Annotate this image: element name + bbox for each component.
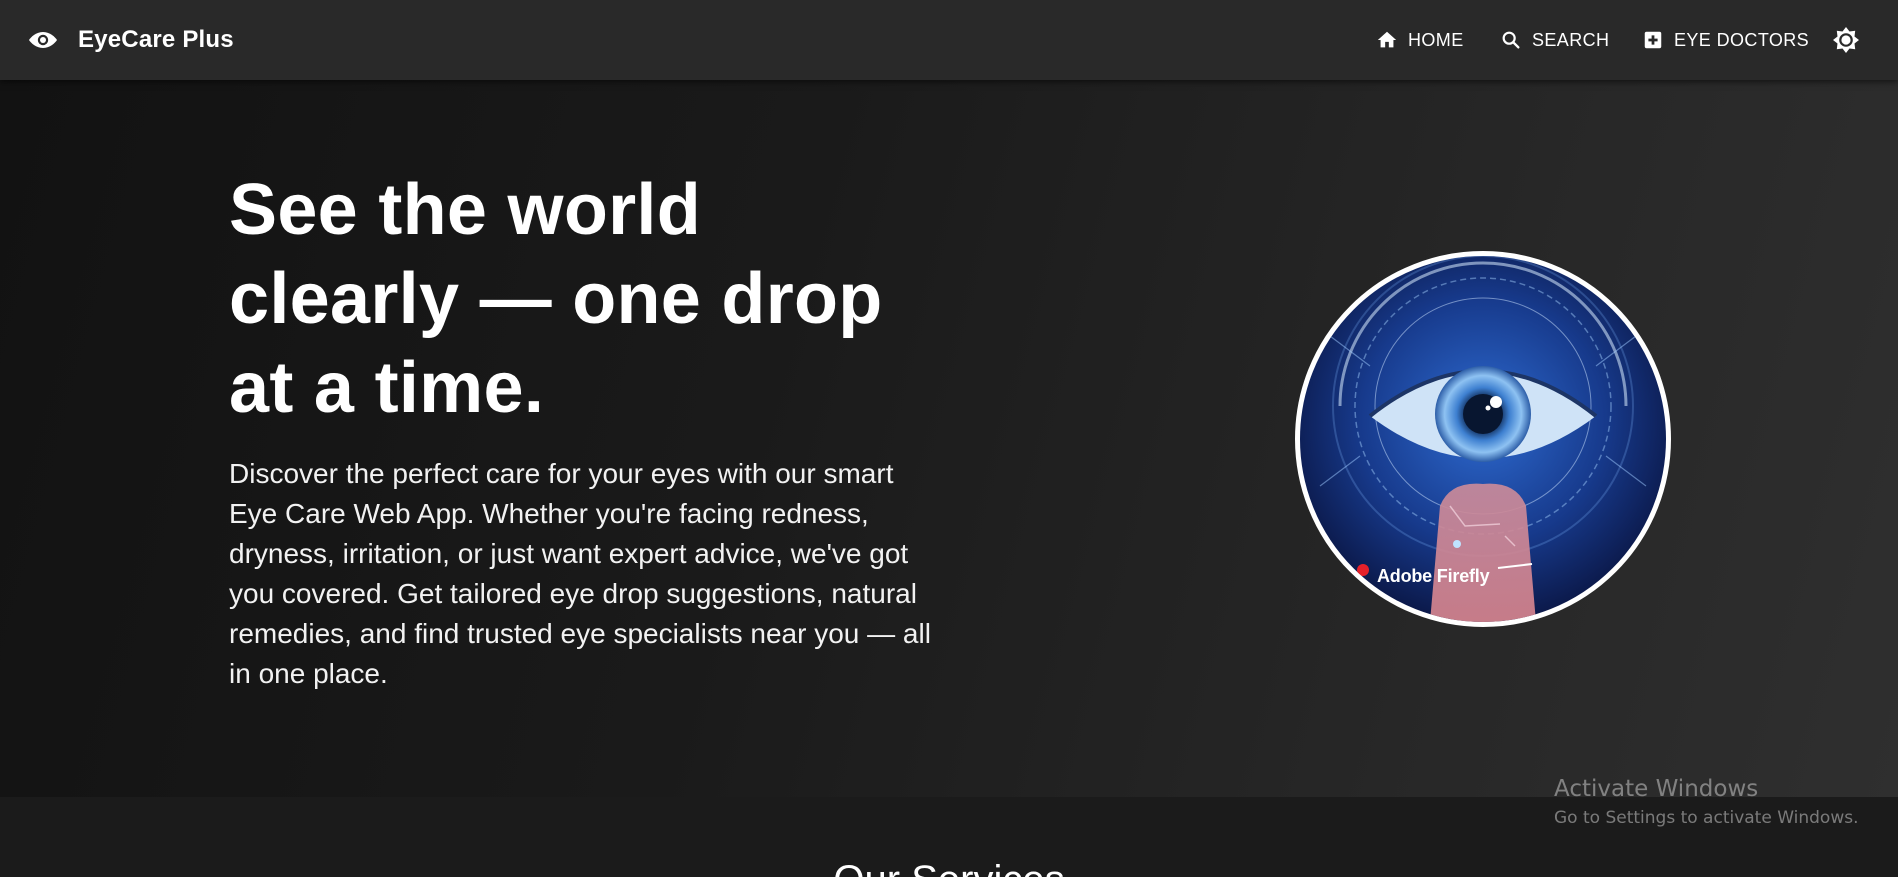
eye-icon [28,30,58,50]
nav-eye-doctors-label: EYE DOCTORS [1674,29,1810,50]
activate-windows-watermark: Activate Windows Go to Settings to activ… [1554,774,1859,831]
hero-headline: See the world clearly — one drop at a ti… [229,170,883,428]
watermark-title: Activate Windows [1554,776,1759,802]
watermark-subtitle: Go to Settings to activate Windows. [1554,808,1859,828]
top-navbar: EyeCare Plus HOME SEARCH EYE DOCTORS [0,0,1898,80]
nav-search-link[interactable]: SEARCH [1500,29,1609,51]
brand-title: EyeCare Plus [78,26,234,53]
search-icon [1502,31,1520,49]
services-title: Our Services [0,858,1898,877]
brightness-icon[interactable] [1832,26,1860,54]
image-caption: Adobe Firefly [1377,566,1490,586]
nav-search-label: SEARCH [1532,29,1610,50]
nav-home-link[interactable]: HOME [1376,29,1464,51]
hero-eye-image: Adobe Firefly [1295,251,1671,627]
hero-section: See the world clearly — one drop at a ti… [0,80,1898,797]
firefly-logo-dot [1357,564,1369,576]
page: EyeCare Plus HOME SEARCH EYE DOCTORS See… [0,0,1898,877]
home-icon [1377,31,1397,48]
nav-eye-doctors-link[interactable]: EYE DOCTORS [1642,29,1809,51]
nav-home-label: HOME [1408,29,1464,50]
medical-plus-icon [1644,31,1662,49]
hero-intro-text: Discover the perfect care for your eyes … [229,458,931,689]
brand[interactable]: EyeCare Plus [28,0,234,80]
